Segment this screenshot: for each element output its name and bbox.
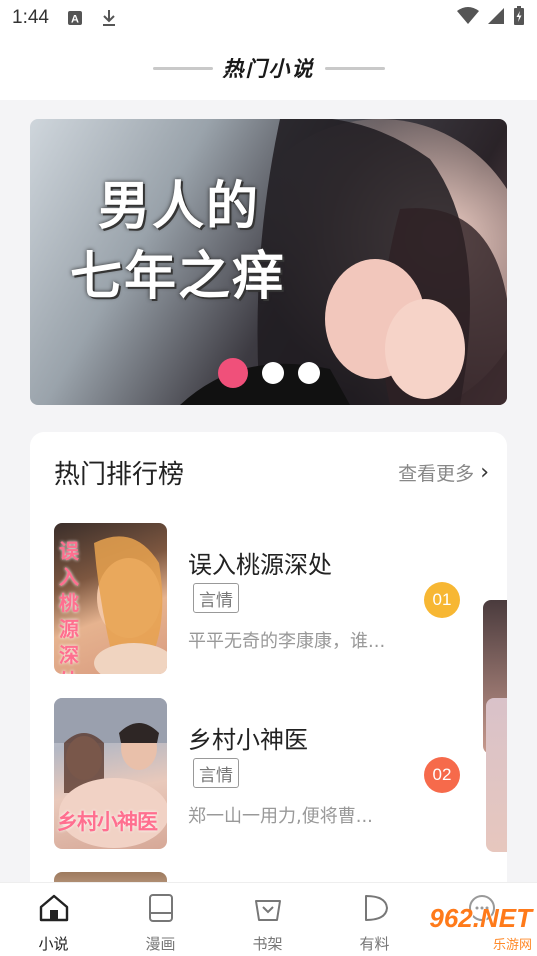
watermark-sub: 乐游网 [492,938,532,953]
cover-title-text: 误入桃源深处 [59,539,79,674]
watermark-main: 962.NET [429,903,532,933]
carousel-dot[interactable] [262,362,284,384]
banner-title-line2: 七年之痒 [70,247,287,307]
nav-label: 书架 [252,935,283,953]
play-bubble-icon [360,893,390,927]
basket-icon [253,893,283,927]
book-cover[interactable]: 误入桃源深处 [54,523,167,674]
svg-text:A: A [71,14,79,26]
page-header: 热门小说 [0,36,537,100]
rank-badge: 02 [424,757,460,793]
status-time: 1:44 [12,7,49,28]
cover-title-text: 乡村小神医 [57,810,158,834]
banner-carousel[interactable]: 男人的 七年之痒 [30,119,507,405]
nav-tab-bookshelf[interactable]: 书架 [214,883,321,956]
page-title: 热门小说 [222,57,315,81]
site-watermark: 962.NET 乐游网 [398,903,532,953]
nav-tab-comic[interactable]: 漫画 [107,883,214,956]
see-more-link[interactable]: 查看更多 › [398,459,489,486]
ranking-title: 热门排行榜 [54,459,185,490]
ranking-header: 热门排行榜 查看更多 › [54,452,489,492]
carousel-indicator [218,358,320,388]
signal-icon [487,7,505,30]
ranking-list-item[interactable]: 误入桃源深处 误入桃源深处 言情 平平无奇的李康康，谁... 01 [54,523,474,675]
rank-badge: 01 [424,582,460,618]
header-divider-left [152,66,213,70]
nav-label: 漫画 [145,935,176,953]
nav-label: 小说 [38,935,69,953]
status-bar: 1:44 A [0,0,537,36]
nav-tab-novel[interactable]: 小说 [0,883,107,956]
next-column-peek[interactable] [486,698,507,852]
ranking-card: 热门排行榜 查看更多 › 误入桃源深处 误入桃源深处 言情 平平无奇的李康康，谁… [30,432,507,902]
battery-icon [513,5,525,31]
book-cover[interactable]: 乡村小神医 [54,698,167,849]
carousel-dot[interactable] [298,362,320,384]
house-icon [38,893,70,927]
genre-tag: 言情 [193,583,239,613]
ranking-list-item[interactable]: 乡村小神医 乡村小神医 言情 郑一山一用力,便将曹... 02 [54,698,474,850]
carousel-dot-active[interactable] [218,358,248,388]
font-a-icon: A [67,10,83,26]
download-icon [101,10,117,26]
book-description: 平平无奇的李康康，谁... [188,631,386,652]
book-description: 郑一山一用力,便将曹... [188,806,373,827]
nav-label: 有料 [359,935,390,953]
banner-title-line1: 男人的 [98,177,261,237]
genre-tag: 言情 [193,758,239,788]
book-icon [147,893,175,927]
see-more-label: 查看更多 [398,462,475,485]
header-divider-right [324,66,385,70]
book-title: 乡村小神医 [188,726,308,754]
chevron-right-icon: › [480,459,489,485]
book-title: 误入桃源深处 [188,551,332,579]
wifi-icon [457,6,479,30]
